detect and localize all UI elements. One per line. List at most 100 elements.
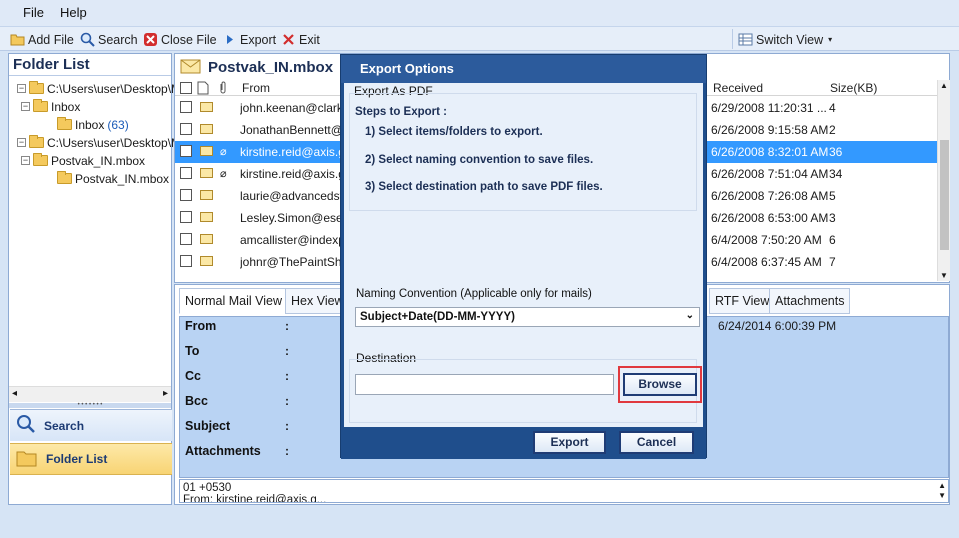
dialog-body: Export As PDF Steps to Export : 1) Selec… (344, 83, 703, 427)
envelope-icon (200, 168, 213, 178)
tree-node-mbox[interactable]: − Postvak_IN.mbox (21, 152, 145, 169)
row-checkbox[interactable] (180, 167, 192, 179)
row-received: 6/26/2008 9:15:58 AM (711, 123, 829, 137)
toolbar-divider (732, 29, 733, 49)
add-file-button[interactable]: Add File (10, 31, 74, 48)
row-from: JonathanBennett@ (240, 123, 342, 137)
splitter-handle[interactable]: • • • • • • • (9, 402, 171, 408)
tree-label: C:\Users\user\Desktop\M (47, 135, 182, 150)
scroll-up-icon[interactable]: ▲ (940, 81, 948, 90)
folder-icon (33, 99, 48, 112)
colon: : (285, 344, 289, 358)
add-file-label: Add File (28, 32, 74, 47)
nav-search-label: Search (44, 418, 85, 433)
cc-label: Cc (185, 369, 201, 383)
scroll-thumb[interactable] (940, 140, 949, 250)
mail-vertical-scrollbar[interactable]: ▲ ▼ (937, 80, 950, 281)
envelope-icon (200, 234, 213, 244)
arrow-right-icon (222, 32, 237, 47)
column-from[interactable]: From (242, 81, 270, 95)
row-received: 6/4/2008 6:37:45 AM (711, 255, 822, 269)
close-file-button[interactable]: Close File (143, 31, 217, 48)
row-size: 7 (829, 255, 836, 269)
row-checkbox[interactable] (180, 189, 192, 201)
row-size: 36 (829, 145, 843, 159)
menu-help[interactable]: Help (60, 5, 87, 20)
collapse-icon[interactable]: − (17, 138, 26, 147)
close-file-label: Close File (161, 32, 217, 47)
dialog-title: Export Options (341, 55, 706, 83)
row-checkbox[interactable] (180, 101, 192, 113)
column-received[interactable]: Received (713, 81, 763, 95)
toolbar: Add File Search Close File Export Exit S… (0, 26, 959, 51)
paperclip-icon: ⌀ (220, 168, 227, 180)
tree-node-inbox[interactable]: − Inbox (21, 98, 80, 115)
tree-node-path-1[interactable]: − C:\Users\user\Desktop\M (17, 80, 181, 97)
row-received: 6/26/2008 7:51:04 AM (711, 167, 829, 181)
colon: : (285, 394, 289, 408)
export-options-dialog: Export Options Export As PDF Steps to Ex… (340, 54, 707, 459)
subject-label: Subject (185, 419, 231, 433)
tree-node-path-2[interactable]: − C:\Users\user\Desktop\M (17, 134, 181, 151)
switch-view-button[interactable]: Switch View ▾ (738, 31, 832, 48)
search-label: Search (98, 32, 138, 47)
tab-attachments[interactable]: Attachments (769, 288, 851, 314)
row-from: Lesley.Simon@ese-s (240, 211, 342, 225)
collapse-icon[interactable]: − (17, 84, 26, 93)
row-from: kirstine.reid@axis.g (240, 145, 342, 159)
dropdown-arrow-icon: ▾ (828, 35, 833, 44)
scroll-left-icon[interactable]: ◂ (12, 388, 17, 399)
mail-date: 6/24/2014 6:00:39 PM (718, 319, 837, 333)
exit-button[interactable]: Exit (281, 31, 320, 48)
naming-convention-select[interactable]: Subject+Date(DD-MM-YYYY) ⌄ (355, 307, 700, 327)
row-checkbox[interactable] (180, 233, 192, 245)
row-checkbox[interactable] (180, 255, 192, 267)
menu-file[interactable]: File (23, 5, 44, 20)
envelope-icon (200, 124, 213, 134)
envelope-icon (200, 146, 213, 156)
document-icon (197, 81, 209, 98)
row-checkbox[interactable]: ✔ (180, 145, 192, 157)
row-checkbox[interactable] (180, 123, 192, 135)
switch-view-label: Switch View (756, 32, 824, 47)
folder-horizontal-scrollbar[interactable]: ◂ ▸ (9, 386, 171, 402)
select-all-checkbox[interactable] (180, 82, 192, 97)
tab-normal-mail-view[interactable]: Normal Mail View (179, 288, 289, 314)
naming-convention-value: Subject+Date(DD-MM-YYYY) (360, 311, 515, 323)
nav-search-button[interactable]: Search (10, 409, 172, 441)
attachments-label: Attachments (185, 444, 261, 458)
envelope-icon (200, 256, 213, 266)
row-size: 5 (829, 189, 836, 203)
row-received: 6/26/2008 7:26:08 AM (711, 189, 829, 203)
mail-body-text[interactable]: 01 +0530 From: kirstine.reid@axis.g... ▲… (179, 479, 949, 503)
envelope-icon (200, 212, 213, 222)
tree-node-mbox-child[interactable]: Postvak_IN.mbox (57, 170, 169, 187)
step-2: 2) Select naming convention to save file… (365, 154, 594, 166)
tree-node-inbox-child[interactable]: Inbox (63) (57, 116, 129, 133)
search-button[interactable]: Search (80, 31, 138, 48)
folder-list-title: Folder List (9, 54, 171, 76)
export-button[interactable]: Export (222, 31, 276, 48)
nav-folder-list-button[interactable]: Folder List (10, 443, 172, 475)
tree-label: Postvak_IN.mbox (75, 171, 170, 186)
browse-button[interactable]: Browse (623, 373, 697, 396)
scroll-right-icon[interactable]: ▸ (163, 388, 168, 399)
dialog-export-button[interactable]: Export (533, 431, 606, 454)
scroll-down-icon[interactable]: ▼ (940, 271, 948, 280)
folder-icon (57, 171, 72, 184)
bcc-label: Bcc (185, 394, 208, 408)
row-from: johnr@ThePaintShe (240, 255, 342, 269)
row-received: 6/26/2008 8:32:01 AM (711, 145, 829, 159)
step-3: 3) Select destination path to save PDF f… (365, 181, 603, 193)
row-received: 6/29/2008 11:20:31 ... (711, 101, 827, 115)
destination-input[interactable] (355, 374, 614, 395)
tab-rtf-view[interactable]: RTF View (709, 288, 776, 314)
collapse-icon[interactable]: − (21, 102, 30, 111)
scroll-down-icon[interactable]: ▼ (938, 490, 946, 502)
colon: : (285, 369, 289, 383)
dialog-cancel-button[interactable]: Cancel (619, 431, 694, 454)
row-size: 4 (829, 101, 836, 115)
collapse-icon[interactable]: − (21, 156, 30, 165)
column-size[interactable]: Size(KB) (830, 81, 877, 95)
row-checkbox[interactable] (180, 211, 192, 223)
